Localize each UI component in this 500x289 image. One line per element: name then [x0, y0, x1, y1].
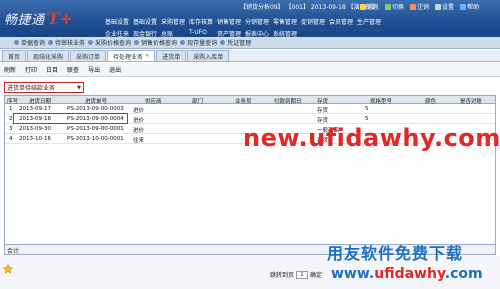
- logo: 畅捷通 T+: [4, 8, 73, 28]
- cell-doc-no: PS-2013-10-00-0001: [67, 136, 124, 142]
- nav-bullet-icon: [48, 40, 54, 45]
- menu-item[interactable]: 采购管理: [161, 17, 189, 26]
- nav-item[interactable]: 现存量查询: [180, 38, 217, 47]
- business-type-value: 进货单待结款业务: [7, 85, 56, 92]
- cell-supplier: 进价: [133, 118, 145, 124]
- columns-button[interactable]: 日目: [46, 65, 58, 74]
- cell-index: 4: [9, 136, 13, 142]
- logout-icon: [410, 3, 417, 10]
- row-highlight-box: [13, 113, 128, 124]
- tab-home[interactable]: 首页: [2, 50, 27, 61]
- menu-item[interactable]: 销售管理: [217, 17, 245, 26]
- cell-date: 2013-10-16: [19, 136, 51, 142]
- message-button[interactable]: 消息: [360, 2, 379, 11]
- col-header[interactable]: 序号: [7, 97, 18, 105]
- star-icon[interactable]: [3, 264, 13, 274]
- nav-bullet-icon: [88, 40, 94, 45]
- user-info: 【销货分析09】 【001】 2013-09-18 【演示版】: [240, 4, 378, 11]
- toolbar: 刷新 打印 日目 联查 导出 退出: [0, 63, 500, 77]
- top-bar: 畅捷通 T+ 【销货分析09】 【001】 2013-09-18 【演示版】 消…: [0, 0, 500, 38]
- menu-item[interactable]: 分销管理: [245, 17, 273, 26]
- business-type-select[interactable]: 进货单待结款业务 ▼: [4, 82, 84, 93]
- logo-mark: T+: [47, 8, 73, 28]
- menu-item[interactable]: 零售管理: [273, 17, 301, 26]
- switch-icon: [385, 3, 392, 10]
- quick-nav: 单据查询 待审核业务 采购价格查询 销售价格查询 现存量查询 凭证管理: [0, 37, 500, 49]
- col-header[interactable]: 业务员: [235, 97, 252, 105]
- col-header[interactable]: 付款到期日: [274, 97, 302, 105]
- col-header[interactable]: 进货日期: [29, 97, 51, 105]
- summary-label: 合计: [7, 248, 20, 255]
- col-header[interactable]: 存货: [317, 97, 328, 105]
- menu-item[interactable]: 基础设置: [105, 17, 133, 26]
- page-input[interactable]: 1: [296, 270, 309, 279]
- cell-spec: 5: [365, 116, 369, 122]
- logout-button[interactable]: 注销: [410, 2, 429, 11]
- tab-purchase-order[interactable]: 采购订单: [70, 50, 107, 61]
- pager: 跳转到页 1 确定: [270, 270, 322, 279]
- refresh-button[interactable]: 刷新: [4, 65, 16, 74]
- nav-item[interactable]: 凭证管理: [220, 38, 251, 47]
- cell-date: 2013-09-30: [19, 126, 51, 132]
- col-header[interactable]: 是否对账: [460, 97, 482, 105]
- nav-item[interactable]: 销售价格查询: [134, 38, 177, 47]
- cell-item: 存货: [317, 118, 329, 124]
- menu-item[interactable]: 会员管理: [329, 17, 357, 26]
- cell-spec: 5: [365, 106, 369, 112]
- brand-line1: 用友软件免费下载: [327, 244, 464, 263]
- gear-icon: [435, 3, 442, 10]
- exit-button[interactable]: 退出: [109, 65, 121, 74]
- nav-item[interactable]: 单据查询: [14, 38, 45, 47]
- message-icon: [360, 3, 366, 10]
- cell-item: 存货: [317, 108, 329, 114]
- cell-index: 3: [9, 126, 13, 132]
- cell-date: 2013-09-17: [19, 106, 51, 112]
- help-button[interactable]: 帮助: [460, 2, 479, 11]
- col-header[interactable]: 进货单号: [85, 97, 107, 105]
- menu-item[interactable]: 生产管理: [357, 17, 385, 26]
- nav-bullet-icon: [220, 40, 226, 45]
- grid-header: 序号 进货日期 进货单号 供应商 部门 业务员 付款到期日 存货 规格型号 颜色…: [5, 96, 495, 105]
- cell-supplier: 进价: [133, 108, 145, 114]
- cell-doc-no: PS-2013-09-00-0003: [67, 106, 124, 112]
- chevron-down-icon: ▼: [77, 84, 81, 91]
- link-query-button[interactable]: 联查: [67, 65, 79, 74]
- col-header[interactable]: 供应商: [145, 97, 162, 105]
- logo-text: 畅捷通: [4, 12, 45, 28]
- tab-purchase-inbound[interactable]: 采购入库单: [187, 50, 230, 61]
- main-menu-row1: 基础设置 基础设置 采购管理 库存核算 销售管理 分销管理 零售管理 促销管理 …: [105, 17, 385, 26]
- menu-item[interactable]: 库存核算: [189, 17, 217, 26]
- col-header[interactable]: 部门: [192, 97, 203, 105]
- tab-bar: 首页 现结化采购 采购订单 待处理业务 ✕ 进货单 采购入库单: [0, 50, 500, 62]
- close-icon[interactable]: ✕: [145, 53, 149, 59]
- col-header[interactable]: 规格型号: [370, 97, 392, 105]
- nav-bullet-icon: [180, 40, 186, 45]
- tab-cash-purchase[interactable]: 现结化采购: [27, 50, 70, 61]
- menu-item[interactable]: 促销管理: [301, 17, 329, 26]
- col-header[interactable]: 颜色: [425, 97, 436, 105]
- watermark-text: new.ufidawhy.com: [243, 124, 500, 152]
- nav-bullet-icon: [134, 40, 140, 45]
- nav-item[interactable]: 采购价格查询: [88, 38, 131, 47]
- export-button[interactable]: 导出: [88, 65, 100, 74]
- top-actions: 消息 切换 注销 设置 帮助: [360, 2, 479, 11]
- pager-go-button[interactable]: 确定: [310, 270, 322, 279]
- brand-line2: www.ufidawhy.com: [331, 266, 483, 282]
- nav-item[interactable]: 待审核业务: [48, 38, 85, 47]
- cell-doc-no: PS-2013-09-00-0001: [67, 126, 124, 132]
- cell-supplier: 进价: [133, 128, 145, 134]
- menu-item[interactable]: 基础设置: [133, 17, 161, 26]
- cell-index: 1: [9, 106, 13, 112]
- tab-pending-business[interactable]: 待处理业务 ✕: [107, 50, 156, 61]
- cell-index: 2: [9, 116, 13, 122]
- print-button[interactable]: 打印: [25, 65, 37, 74]
- cell-supplier: 往来: [133, 138, 145, 144]
- tab-purchase-receipt[interactable]: 进货单: [156, 50, 187, 61]
- switch-button[interactable]: 切换: [385, 2, 404, 11]
- settings-button[interactable]: 设置: [435, 2, 454, 11]
- nav-bullet-icon: [14, 40, 19, 45]
- help-icon: [460, 3, 467, 10]
- pager-label: 跳转到页: [270, 272, 295, 279]
